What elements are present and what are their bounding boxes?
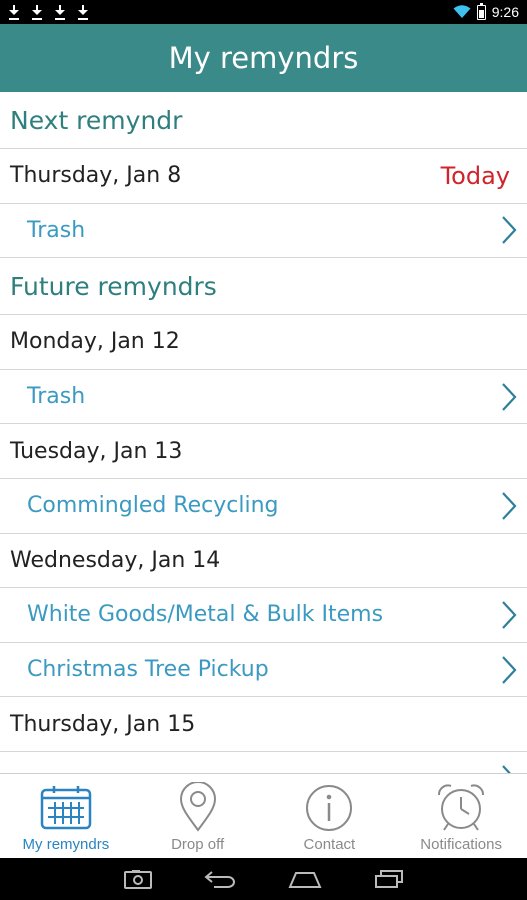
chevron-right-icon <box>502 492 517 520</box>
back-icon[interactable] <box>203 869 236 889</box>
chevron-right-icon <box>502 216 517 245</box>
item-label: Christmas Tree Pickup <box>27 657 269 683</box>
section-header-future: Future remyndrs <box>0 258 527 316</box>
app-bar: My remyndrs <box>0 24 527 92</box>
tab-label: Drop off <box>171 836 225 853</box>
system-nav-bar <box>0 858 527 900</box>
list-item[interactable] <box>0 752 527 773</box>
date-row: Monday, Jan 12 <box>0 315 527 370</box>
page-title: My remyndrs <box>168 41 359 75</box>
tab-label: Contact <box>303 836 356 853</box>
tab-contact[interactable]: Contact <box>264 774 396 858</box>
tab-notifications[interactable]: Notifications <box>395 774 527 858</box>
chevron-right-icon <box>502 382 517 411</box>
section-header-label: Next remyndr <box>10 105 183 135</box>
wifi-icon <box>453 5 471 18</box>
tab-drop-off[interactable]: Drop off <box>132 774 264 858</box>
calendar-icon <box>40 786 92 830</box>
item-label: Trash <box>27 384 86 410</box>
list-item[interactable]: Christmas Tree Pickup <box>0 643 527 698</box>
download-icon <box>8 4 20 20</box>
chevron-right-icon <box>502 764 512 773</box>
status-clock: 9:26 <box>491 4 519 20</box>
date-label: Thursday, Jan 8 <box>10 163 182 189</box>
today-badge: Today <box>440 161 510 190</box>
download-icon <box>54 4 66 20</box>
list-item[interactable]: Commingled Recycling <box>0 479 527 534</box>
download-icon <box>77 4 89 20</box>
tab-bar: My remyndrs Drop off Contact Notificatio… <box>0 773 527 858</box>
item-label: Trash <box>27 217 86 243</box>
date-label: Wednesday, Jan 14 <box>10 547 221 573</box>
date-label: Tuesday, Jan 13 <box>10 438 183 464</box>
alarm-clock-icon <box>438 784 485 831</box>
list-item[interactable]: White Goods/Metal & Bulk Items <box>0 588 527 643</box>
list-item[interactable]: Trash <box>0 204 527 259</box>
notification-icons <box>8 4 89 20</box>
date-label: Thursday, Jan 15 <box>10 711 196 737</box>
status-bar: 9:26 <box>0 0 527 24</box>
date-row: Wednesday, Jan 14 <box>0 534 527 589</box>
tab-my-remyndrs[interactable]: My remyndrs <box>0 774 132 858</box>
date-label: Monday, Jan 12 <box>10 329 180 355</box>
date-row: Thursday, Jan 15 <box>0 697 527 752</box>
home-icon[interactable] <box>287 869 322 889</box>
screenshot-icon[interactable] <box>123 869 152 889</box>
battery-icon <box>476 2 486 20</box>
item-label: White Goods/Metal & Bulk Items <box>27 602 384 628</box>
tab-label: Notifications <box>420 836 502 853</box>
reminder-list[interactable]: Next remyndr Thursday, Jan 8 Today Trash… <box>0 92 527 773</box>
info-icon <box>306 785 353 831</box>
item-label: Commingled Recycling <box>27 493 279 519</box>
download-icon <box>31 4 43 20</box>
section-header-next: Next remyndr <box>0 92 527 149</box>
date-row: Thursday, Jan 8 Today <box>0 149 527 204</box>
date-row: Tuesday, Jan 13 <box>0 424 527 479</box>
recent-apps-icon[interactable] <box>374 869 404 889</box>
list-item[interactable]: Trash <box>0 370 527 425</box>
chevron-right-icon <box>502 601 517 629</box>
chevron-right-icon <box>502 655 517 684</box>
tab-label: My remyndrs <box>22 836 110 853</box>
section-header-label: Future remyndrs <box>10 271 217 301</box>
map-pin-icon <box>179 782 216 832</box>
